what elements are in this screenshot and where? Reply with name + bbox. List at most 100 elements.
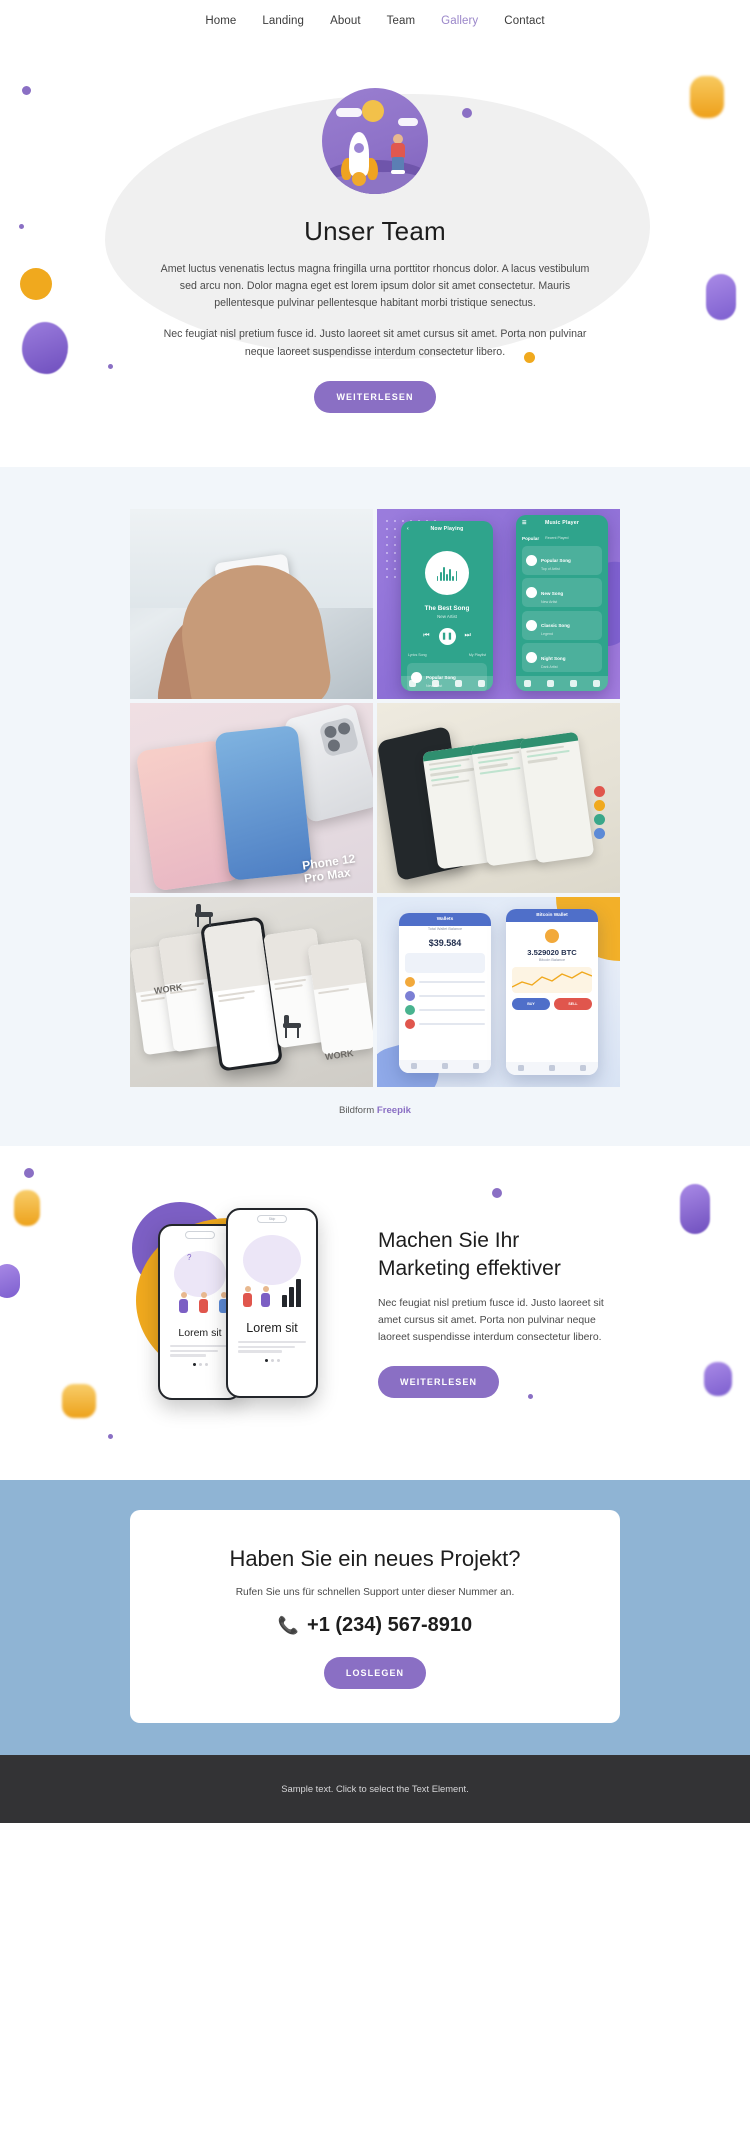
person-shoes [391,170,405,174]
tab-library-icon [455,679,462,687]
carousel-dots [228,1358,316,1362]
gallery-tile-furniture-app[interactable]: WORK WORK [130,896,373,1087]
list-item-title: New Song [541,590,564,596]
nav-wallet-icon [411,1063,418,1070]
list-item-sub: New Artist [541,599,558,604]
person-legs [392,157,404,171]
rocket-flame [352,172,366,186]
cta-subtitle: Rufen Sie uns für schnellen Support unte… [235,1587,515,1599]
cta-card: Haben Sie ein neues Projekt? Rufen Sie u… [130,1509,620,1724]
nav-item-landing[interactable]: Landing [262,15,304,27]
wallet-screen: Wallets Total Wallet Balance $39.584 [399,912,491,1073]
footer-sample-text[interactable]: Sample text. Click to select the Text El… [281,1783,468,1794]
gallery-tile-wallet-app[interactable]: Wallets Total Wallet Balance $39.584 Bit… [377,896,620,1087]
nav-wallet-icon [518,1065,525,1072]
phone-text-lines [238,1340,306,1353]
nav-item-team[interactable]: Team [387,15,416,27]
question-mark-icon: ? [187,1252,192,1262]
screen-line [478,762,509,770]
person-figure [243,1285,252,1307]
list-item-sub: Legend [541,632,553,637]
deco-dot-purple-top [24,1167,34,1178]
camera-lens [323,724,338,740]
tab-popular[interactable]: Popular [522,536,539,542]
nav-item-contact[interactable]: Contact [504,15,544,27]
music-list-header: ☰ Music Player [516,515,608,531]
nav-item-home[interactable]: Home [205,15,236,27]
screen-line [432,779,471,787]
person-head [262,1285,269,1292]
person-body [243,1292,252,1307]
nav-chart-icon [548,1065,555,1072]
screen-image [307,939,367,991]
list-item[interactable]: Night Song Dark Artist [522,643,602,673]
nav-settings-icon [472,1063,479,1070]
screen-line [527,756,558,764]
list-item[interactable]: New Song New Artist [522,578,602,608]
buy-button[interactable]: BUY [512,998,550,1011]
list-item[interactable]: Classic Song Legend [522,610,602,640]
phone-skip-pill[interactable]: Skip [257,1214,287,1223]
bottom-tab-bar [401,675,493,691]
phone-notch [185,1230,215,1239]
sell-button[interactable]: SELL [554,998,592,1011]
nav-item-about[interactable]: About [330,15,361,27]
rocket-illustration [322,88,428,194]
coin-icon-litecoin [405,1005,415,1016]
action-icon-orange [594,800,606,812]
marketing-title-line1: Machen Sie Ihr [378,1229,520,1253]
next-icon: ⏭ [464,632,471,640]
lyrics-label: Lyrics Song [408,652,427,657]
gallery-tile-phone-devices[interactable]: Phone 12 Pro Max [130,702,373,893]
wallet-row [405,1019,485,1030]
cta-section: Haben Sie ein neues Projekt? Rufen Sie u… [0,1479,750,1756]
cta-get-started-button[interactable]: LOSLEGEN [323,1657,427,1690]
list-item-title: Classic Song [541,623,570,629]
person-figure [199,1291,208,1313]
waveform-icon [436,565,458,581]
screen-line [274,983,303,990]
list-item-title: Night Song [541,655,566,661]
rocket-body [349,132,369,176]
song-thumb-icon [526,619,537,631]
tab-recent-played[interactable]: Recent Played [545,536,568,542]
credit-prefix: Bildform [339,1104,375,1116]
hero-read-more-button[interactable]: WEITERLESEN [314,380,436,413]
hero-paragraph-1: Amet luctus venenatis lectus magna fring… [160,263,590,310]
gallery-tile-hand-holding-phone[interactable] [130,508,373,699]
back-chevron-icon: ‹ [407,525,409,532]
song-artist: New Artist [437,613,457,619]
now-playing-header: ‹ Now Playing [401,521,493,537]
nav-settings-icon [579,1065,586,1072]
wallet-balance-label: Total Wallet Balance [427,927,463,932]
marketing-read-more-button[interactable]: WEITERLESEN [378,1366,500,1399]
playlist-label: My Playlist [468,652,486,657]
gallery-tile-music-player[interactable]: ‹ Now Playing The Best Song New Artist ⏮… [377,508,620,699]
deco-blob-orange-left-top [14,1189,40,1226]
album-art-circle [425,550,469,595]
music-list-title: Music Player [544,519,580,526]
gallery-tile-chat-app[interactable] [377,702,620,893]
footer: Sample text. Click to select the Text El… [0,1755,750,1824]
list-item-title: Popular Song [541,558,571,564]
list-item[interactable]: Popular Song Top of Artist [522,545,602,575]
person-head [244,1285,251,1292]
price-chart [512,967,592,994]
previous-icon: ⏮ [423,632,430,640]
person-body [261,1292,270,1307]
tab-search-icon [432,679,439,687]
person-figure [261,1285,270,1307]
illustration-area [235,1229,309,1313]
phone-text-lines [170,1344,230,1357]
deco-dot-small-bottom-left [108,1433,113,1439]
nav-item-gallery[interactable]: Gallery [441,15,478,27]
cta-title-line1: Haben Sie ein neues [229,1545,434,1571]
coin-icon-ethereum [405,991,415,1002]
chair-icon [193,904,215,928]
camera-lens [326,738,342,753]
person-figure [179,1291,188,1313]
credit-link-freepik[interactable]: Freepik [377,1105,411,1116]
row-line [419,1023,485,1026]
cta-phone-number-row[interactable]: 📞 +1 (234) 567-8910 [150,1614,600,1637]
marketing-copy: Machen Sie Ihr Marketing effektiver Nec … [378,1221,620,1399]
